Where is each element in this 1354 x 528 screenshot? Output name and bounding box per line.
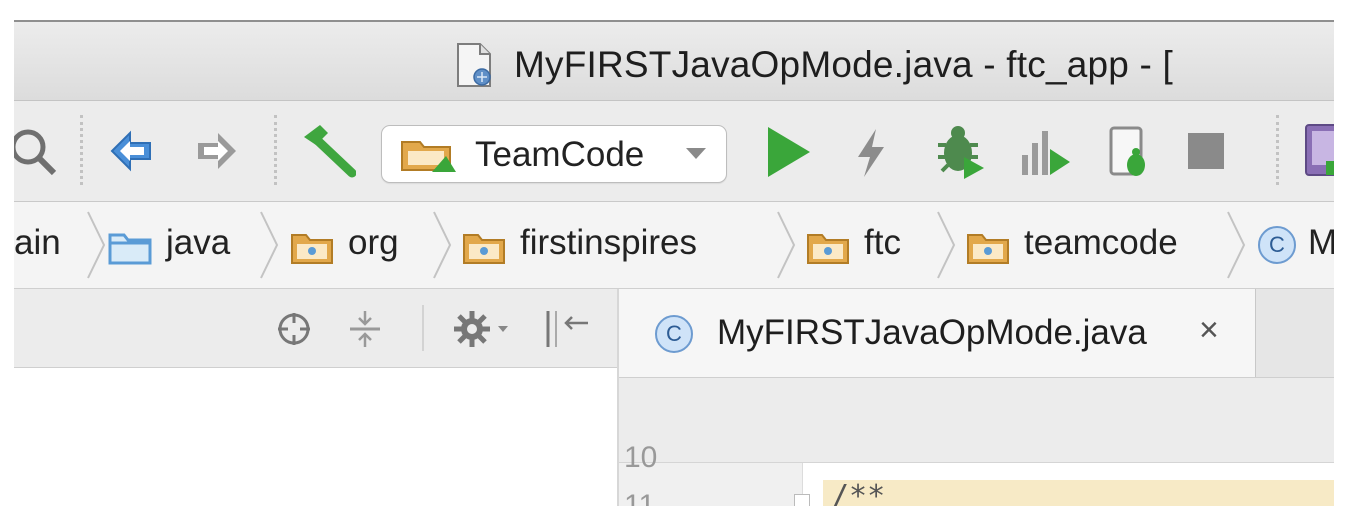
highlighted-code-line: /**: [823, 479, 1334, 506]
ide-window: MyFIRSTJavaOpMode.java - ftc_app - [Tea…: [14, 20, 1334, 506]
line-number: 10: [624, 441, 658, 474]
fold-marker-icon[interactable]: [794, 494, 810, 506]
hide-panel-icon[interactable]: [544, 309, 590, 349]
avd-manager-icon[interactable]: [1304, 123, 1334, 179]
breadcrumb-item-java[interactable]: java: [166, 223, 230, 263]
search-icon[interactable]: [14, 127, 60, 177]
project-panel-body: [14, 368, 617, 506]
project-panel-header: [14, 289, 620, 368]
line-number-gutter: 10 11: [619, 441, 803, 506]
forward-arrow-icon[interactable]: [194, 129, 238, 173]
run-icon[interactable]: [764, 125, 812, 179]
toolbar-separator: [80, 115, 83, 185]
folder-icon: [108, 233, 152, 265]
line-number: 11: [624, 489, 656, 506]
code-text: /**: [831, 479, 886, 506]
breadcrumb-item-org[interactable]: org: [348, 223, 399, 263]
breadcrumb-item-ftc[interactable]: ftc: [864, 223, 901, 263]
breadcrumb-chevron-icon: [433, 211, 452, 279]
attach-debugger-icon[interactable]: [1108, 125, 1152, 179]
run-config-label: TeamCode: [475, 135, 645, 174]
breadcrumb-chevron-icon: [260, 211, 279, 279]
breadcrumb-chevron-icon: [777, 211, 796, 279]
profile-icon[interactable]: [1020, 127, 1072, 177]
class-icon: C: [655, 315, 693, 353]
package-folder-icon: [967, 234, 1009, 264]
class-icon: C: [1258, 226, 1296, 264]
breadcrumb-item-main[interactable]: ain: [14, 223, 61, 263]
module-folder-icon: [401, 141, 456, 172]
gear-icon[interactable]: [452, 309, 514, 349]
tab-label: MyFIRSTJavaOpMode.java: [717, 313, 1147, 352]
locate-icon[interactable]: [276, 311, 312, 347]
toolbar-separator: [274, 115, 277, 185]
breadcrumb-item-firstinspires[interactable]: firstinspires: [520, 223, 697, 263]
package-folder-icon: [807, 234, 849, 264]
navigation-breadcrumb: ain java org firstinspires ftc teamcode …: [14, 202, 1334, 289]
stop-icon[interactable]: [1186, 131, 1226, 171]
chevron-down-icon: [686, 148, 706, 159]
apply-changes-icon[interactable]: [854, 127, 888, 179]
editor-breadcrumb-strip: [619, 378, 1334, 463]
breadcrumb-chevron-icon: [87, 211, 106, 279]
breadcrumb-item-class[interactable]: M: [1308, 223, 1334, 263]
package-folder-icon: [291, 234, 333, 264]
panel-separator: [422, 305, 424, 351]
breadcrumb-chevron-icon: [937, 211, 956, 279]
java-file-icon: [457, 43, 491, 87]
back-arrow-icon[interactable]: [110, 129, 154, 173]
main-toolbar: TeamCode: [14, 101, 1334, 202]
editor-tab-myfirstjavaopmode[interactable]: C MyFIRSTJavaOpMode.java ×: [619, 289, 1256, 377]
window-title: MyFIRSTJavaOpMode.java - ftc_app - [: [514, 44, 1174, 85]
close-icon[interactable]: ×: [1199, 311, 1219, 350]
collapse-icon[interactable]: [348, 309, 382, 349]
breadcrumb-chevron-icon: [1227, 211, 1246, 279]
breadcrumb-item-teamcode[interactable]: teamcode: [1024, 223, 1178, 263]
package-folder-icon: [463, 234, 505, 264]
code-editor[interactable]: /**: [803, 463, 1334, 506]
toolbar-separator: [1276, 115, 1279, 185]
title-bar: MyFIRSTJavaOpMode.java - ftc_app - [: [14, 22, 1334, 101]
run-configuration-dropdown[interactable]: TeamCode: [381, 125, 727, 183]
editor-tab-bar: C MyFIRSTJavaOpMode.java ×: [619, 289, 1334, 378]
debug-icon[interactable]: [934, 123, 986, 179]
hammer-build-icon[interactable]: [300, 123, 356, 179]
